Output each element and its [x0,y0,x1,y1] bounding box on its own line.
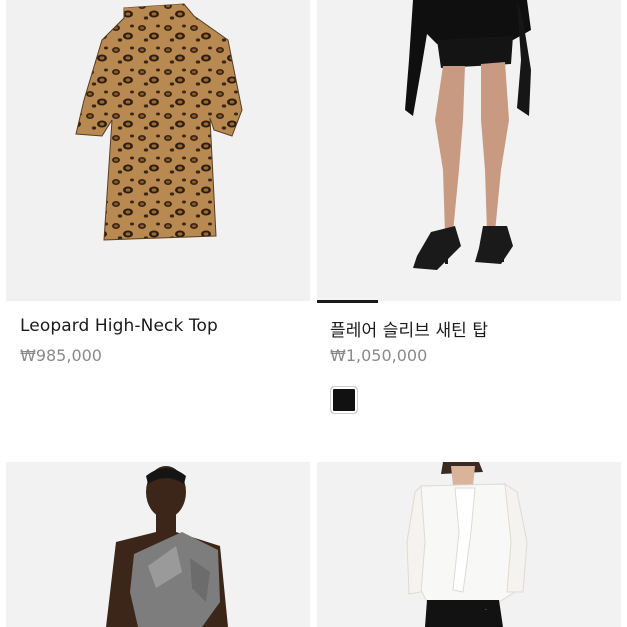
product-image[interactable] [6,462,310,627]
image-carousel-progress-fill [317,300,378,303]
svg-text:·: · [485,607,487,614]
product-title[interactable]: 플레어 슬리브 새틴 탑 [330,316,488,341]
white-bow-blouse-photo-icon: · [317,462,621,627]
product-image[interactable] [317,0,621,301]
leopard-top-photo-icon [75,3,243,241]
product-image[interactable]: · [317,462,621,627]
product-price: ₩1,050,000 [330,346,428,365]
product-image[interactable] [6,0,310,301]
product-title[interactable]: Leopard High-Neck Top [20,316,218,336]
image-carousel-progress [317,300,621,303]
black-satin-top-photo-icon [317,0,621,301]
color-swatch-black[interactable] [330,386,358,414]
grey-draped-top-photo-icon [6,462,310,627]
product-price: ₩985,000 [20,346,102,365]
